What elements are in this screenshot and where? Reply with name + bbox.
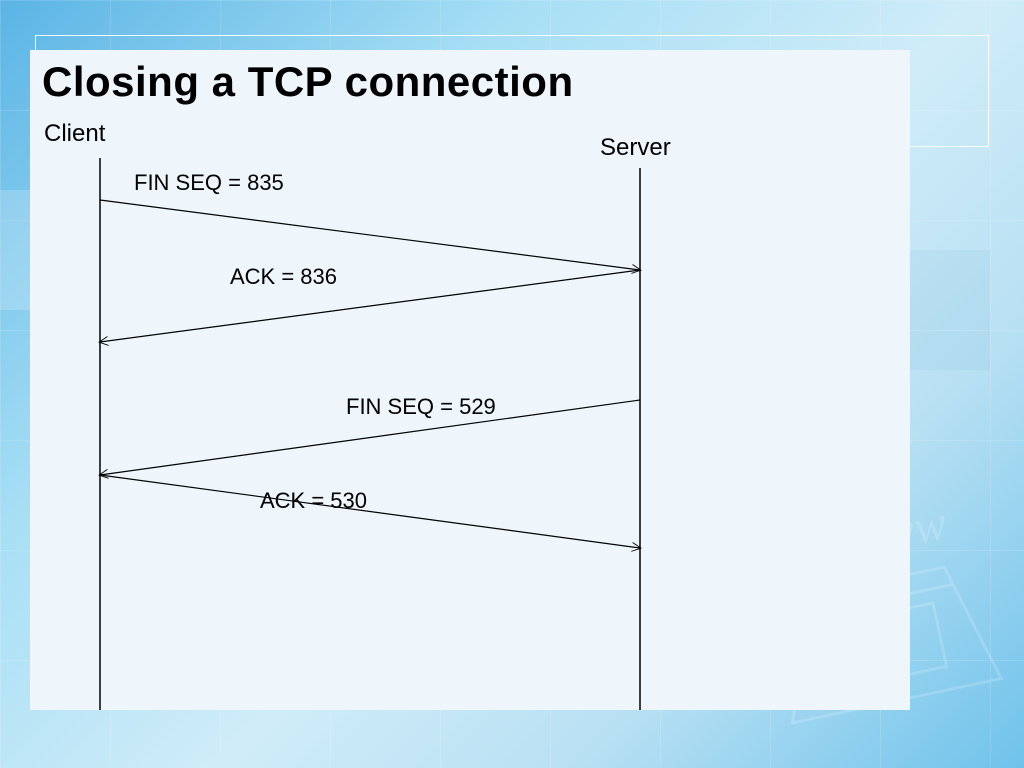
arrow-ack-530 [100,475,640,548]
arrow-fin-seq-529 [100,400,640,475]
sequence-diagram [30,50,910,710]
arrow-fin-seq-835 [100,200,640,270]
arrow-ack-836 [100,270,640,342]
slide-content: Closing a TCP connection Client Server F… [30,50,910,710]
